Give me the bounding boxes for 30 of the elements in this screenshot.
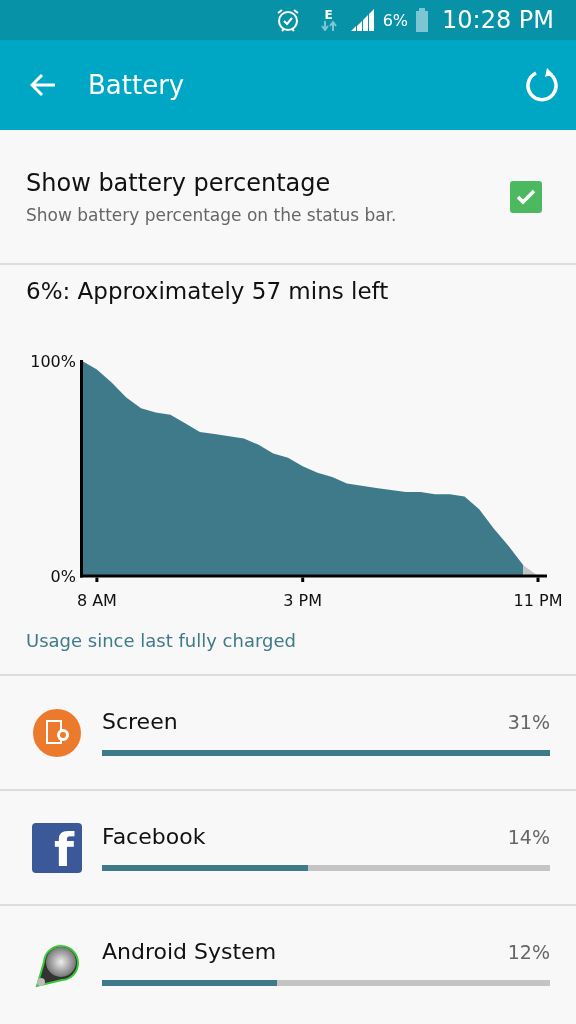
app-name: Screen: [102, 709, 178, 734]
x-tick: [95, 577, 99, 582]
y-tick-label: 100%: [30, 351, 76, 371]
x-tick-label: 8 AM: [76, 591, 117, 610]
refresh-button[interactable]: [526, 68, 560, 102]
clock-time: 10:28 PM: [442, 6, 554, 34]
setting-summary: Show battery percentage on the status bar.: [26, 204, 398, 225]
battery-estimate: 6%: Approximately 57 mins left: [25, 277, 390, 306]
checkbox[interactable]: [510, 180, 542, 213]
usage-percent: 31%: [507, 711, 550, 733]
signal-icon: [350, 9, 375, 31]
network-type-label: E: [324, 9, 333, 21]
usage-link[interactable]: Usage since last fully charged: [26, 630, 296, 651]
app-name: Android System: [102, 939, 277, 964]
x-tick-label: 3 PM: [283, 591, 323, 610]
battery-icon: [416, 8, 428, 32]
battery-percent: 6%: [382, 10, 408, 30]
screen-icon: [32, 707, 82, 758]
x-tick: [301, 577, 305, 582]
setting-title: Show battery percentage: [26, 168, 332, 197]
usage-percent: 14%: [507, 826, 550, 848]
x-tick-label: 11 PM: [513, 591, 563, 610]
screen-title: Battery: [88, 70, 185, 100]
usage-percent: 12%: [507, 941, 550, 963]
app-icon: f: [32, 822, 82, 873]
y-tick-label: 0%: [50, 566, 76, 586]
data-arrows-icon: [320, 21, 337, 31]
back-button[interactable]: [30, 73, 56, 97]
app-name: Facebook: [102, 824, 206, 849]
x-tick: [536, 577, 540, 582]
